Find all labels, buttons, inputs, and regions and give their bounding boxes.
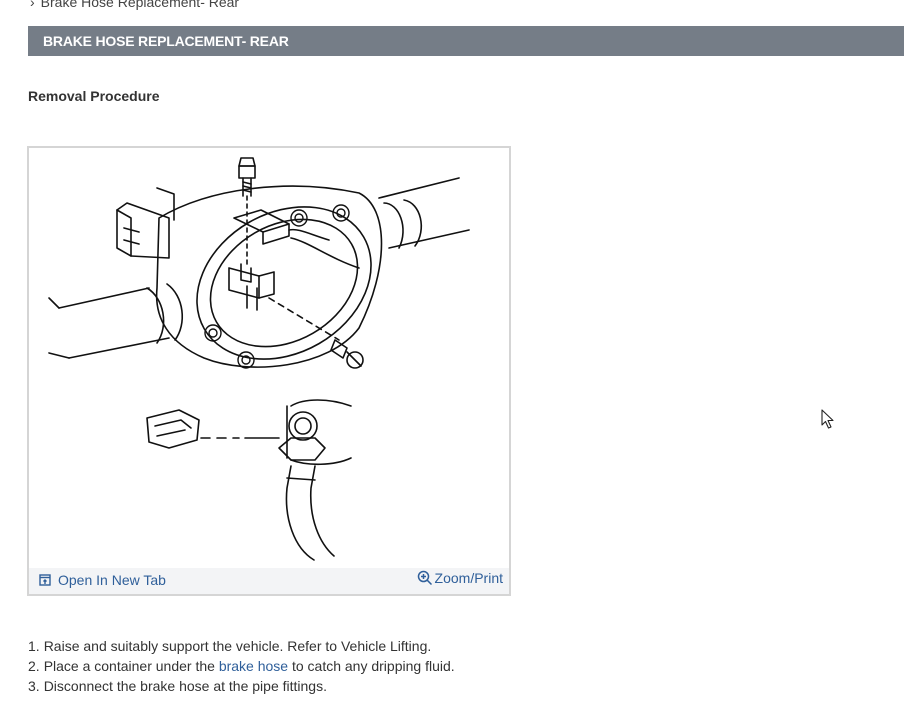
diagram-figure: Open In New Tab Zoom/Print [27,146,511,596]
step-number: 1. [28,638,40,654]
step-text: Disconnect the brake hose at the pipe fi… [43,678,327,694]
step-number: 3. [28,678,40,694]
brake-hose-link[interactable]: brake hose [219,658,288,674]
step-item: 1. Raise and suitably support the vehicle… [28,636,455,656]
procedure-steps: 1. Raise and suitably support the vehicle… [28,636,455,696]
open-new-tab-icon [39,574,51,586]
procedure-heading: Removal Procedure [28,88,160,104]
breadcrumb: › Brake Hose Replacement- Rear [30,0,239,10]
zoom-print-link[interactable]: Zoom/Print [417,570,503,586]
step-item: 3. Disconnect the brake hose at the pipe … [28,676,455,696]
figure-toolbar: Open In New Tab Zoom/Print [29,568,509,594]
step-number: 2. [28,658,40,674]
step-text: to catch any dripping fluid. [288,658,455,674]
section-title: BRAKE HOSE REPLACEMENT- REAR [43,33,289,49]
step-text: Raise and suitably support the vehicle. … [43,638,432,654]
mouse-pointer-icon [821,409,834,429]
section-title-bar: BRAKE HOSE REPLACEMENT- REAR [28,26,904,56]
chevron-right-icon: › [30,0,35,10]
zoom-print-label: Zoom/Print [434,570,503,586]
brake-hose-diagram[interactable] [29,148,509,568]
breadcrumb-current: Brake Hose Replacement- Rear [40,0,240,10]
step-text: Place a container under the [43,658,219,674]
open-tab-label: Open In New Tab [58,572,166,588]
zoom-in-icon [417,570,432,586]
step-item: 2. Place a container under the brake hose… [28,656,455,676]
open-in-new-tab-link[interactable]: Open In New Tab [39,572,166,588]
